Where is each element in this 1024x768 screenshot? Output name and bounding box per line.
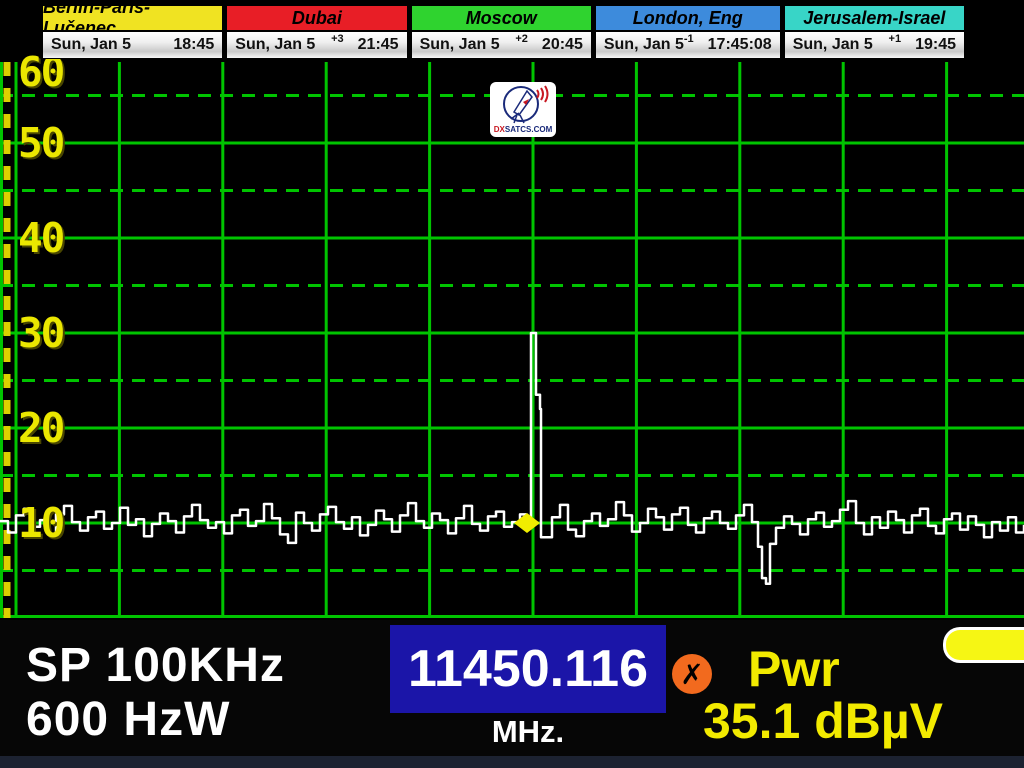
signal-indicator-pill[interactable] xyxy=(943,627,1024,663)
world-clock-bar: Berlin-Paris-Lučenec Sun, Jan 5 18:45 Du… xyxy=(42,5,965,59)
center-marker-diamond xyxy=(514,513,540,533)
clock-date: Sun, Jan 5 xyxy=(793,36,873,54)
y-axis-label: 10 xyxy=(18,502,88,544)
clock-datetime: Sun, Jan 5 -1 17:45:08 xyxy=(596,32,780,58)
clock-time: 19:45 xyxy=(915,36,956,54)
y-axis-label: 50 xyxy=(18,122,88,164)
spectrum-plot: 102030405060 xyxy=(0,62,1024,618)
clock-utc-offset: +2 xyxy=(515,33,528,45)
y-axis-label: 20 xyxy=(18,407,88,449)
y-axis-label: 30 xyxy=(18,312,88,354)
clock-moscow: Moscow Sun, Jan 5 +2 20:45 xyxy=(411,5,592,59)
clock-datetime: Sun, Jan 5 +1 19:45 xyxy=(785,32,964,58)
frequency-unit-label: MHz. xyxy=(390,714,666,750)
x-circle-icon[interactable]: ✗ xyxy=(672,654,712,694)
clock-date: Sun, Jan 5 xyxy=(420,36,500,54)
clock-utc-offset: +3 xyxy=(331,33,344,45)
clock-city-label: Jerusalem-Israel xyxy=(785,6,964,32)
clock-datetime: Sun, Jan 5 +3 21:45 xyxy=(227,32,406,58)
clock-datetime: Sun, Jan 5 18:45 xyxy=(43,32,222,58)
readout-panel: SP 100KHz 600 HzW 11450.116 MHz. ✗ Pwr 3… xyxy=(0,620,1024,756)
clock-city-label: Berlin-Paris-Lučenec xyxy=(43,6,222,32)
noise-trace xyxy=(0,333,1024,584)
clock-city-label: London, Eng xyxy=(596,6,780,32)
clock-date: Sun, Jan 5 xyxy=(604,36,684,54)
clock-jerusalem: Jerusalem-Israel Sun, Jan 5 +1 19:45 xyxy=(784,5,965,59)
frequency-field[interactable]: 11450.116 xyxy=(390,625,666,713)
clock-utc-offset: -1 xyxy=(684,33,694,45)
span-setting-label: SP 100KHz xyxy=(26,638,285,693)
clock-datetime: Sun, Jan 5 +2 20:45 xyxy=(412,32,591,58)
satellite-dish-icon xyxy=(490,82,556,128)
power-label: Pwr xyxy=(748,640,840,698)
frequency-value: 11450.116 xyxy=(408,639,648,699)
clock-city-label: Moscow xyxy=(412,6,591,32)
clock-time: 20:45 xyxy=(542,36,583,54)
power-value: 35.1 dBµV xyxy=(703,692,943,750)
bottom-edge-strip xyxy=(0,756,1024,768)
clock-utc-offset: +1 xyxy=(889,33,902,45)
clock-date: Sun, Jan 5 xyxy=(235,36,315,54)
spectrum-analyzer-screen: Berlin-Paris-Lučenec Sun, Jan 5 18:45 Du… xyxy=(0,0,1024,768)
clock-date: Sun, Jan 5 xyxy=(51,36,131,54)
dxsatcs-logo: DXSATCS.COM xyxy=(490,82,556,137)
bandwidth-setting-label: 600 HzW xyxy=(26,692,230,747)
clock-time: 18:45 xyxy=(173,36,214,54)
y-axis-label: 40 xyxy=(18,217,88,259)
clock-berlin: Berlin-Paris-Lučenec Sun, Jan 5 18:45 xyxy=(42,5,223,59)
clock-city-label: Dubai xyxy=(227,6,406,32)
clock-time: 17:45:08 xyxy=(708,36,772,54)
clock-time: 21:45 xyxy=(358,36,399,54)
clock-dubai: Dubai Sun, Jan 5 +3 21:45 xyxy=(226,5,407,59)
logo-text: DXSATCS.COM xyxy=(494,126,553,134)
spectrum-grid-and-trace xyxy=(0,62,1024,618)
clock-london: London, Eng Sun, Jan 5 -1 17:45:08 xyxy=(595,5,781,59)
